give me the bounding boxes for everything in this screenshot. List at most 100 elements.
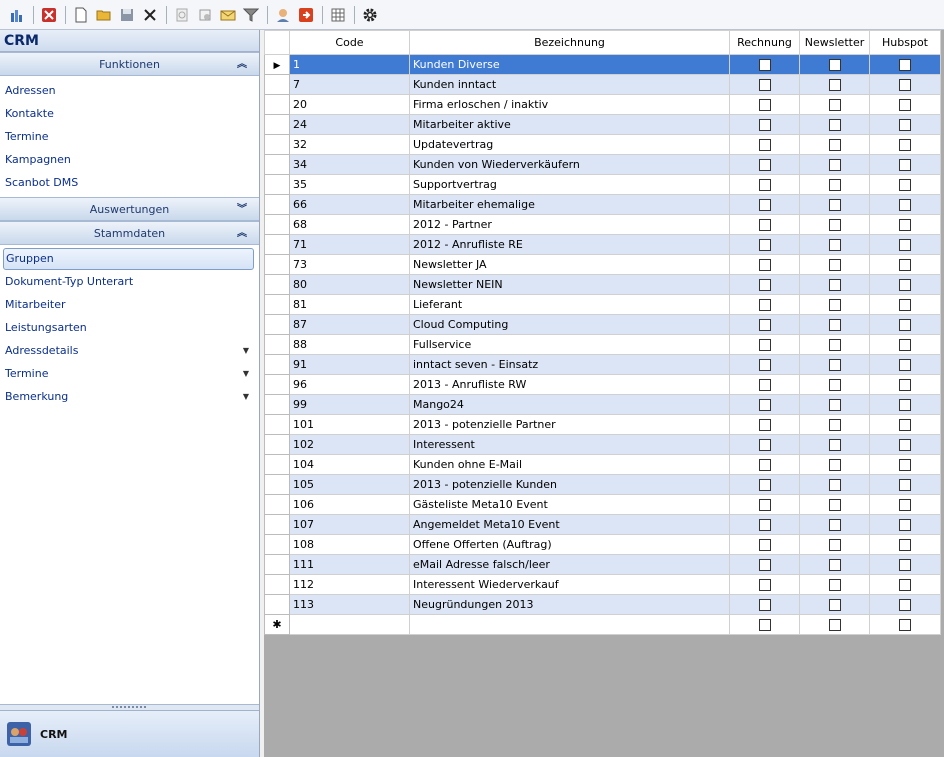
newsletter-checkbox[interactable] [828,219,841,231]
bezeichnung-cell[interactable]: Angemeldet Meta10 Event [409,514,730,535]
hubspot-checkbox[interactable] [899,79,911,91]
newsletter-checkbox[interactable] [828,59,841,71]
hubspot-checkbox[interactable] [899,379,911,391]
settings-doc-icon[interactable] [194,4,216,26]
column-header-newsletter[interactable]: Newsletter [799,30,870,55]
row-header[interactable] [264,214,290,235]
sidebar-item-bemerkung[interactable]: Bemerkung ▼ [0,385,259,408]
rechnung-checkbox[interactable] [758,279,771,291]
bezeichnung-cell[interactable]: Newsletter JA [409,254,730,275]
rechnung-checkbox[interactable] [758,319,771,331]
newsletter-checkbox[interactable] [828,379,841,391]
bezeichnung-cell[interactable]: 2013 - potenzielle Partner [409,414,730,435]
mail-icon[interactable] [217,4,239,26]
table-row[interactable]: 96 2013 - Anrufliste RW [264,374,941,395]
rechnung-checkbox[interactable] [758,419,771,431]
table-row[interactable]: 32 Updatevertrag [264,134,941,155]
code-cell[interactable]: 104 [289,454,410,475]
code-cell[interactable]: 99 [289,394,410,415]
code-cell[interactable]: 101 [289,414,410,435]
column-header-rechnung[interactable]: Rechnung [729,30,800,55]
code-cell[interactable]: 81 [289,294,410,315]
code-cell[interactable]: 111 [289,554,410,575]
rechnung-checkbox[interactable] [758,199,771,211]
rechnung-checkbox[interactable] [758,339,771,351]
row-header[interactable] [264,574,290,595]
module-button-crm[interactable]: CRM [0,710,259,757]
row-header[interactable] [264,134,290,155]
code-cell[interactable]: 96 [289,374,410,395]
hubspot-checkbox[interactable] [899,59,911,71]
code-cell[interactable]: 87 [289,314,410,335]
newsletter-checkbox[interactable] [828,159,841,171]
filter-icon[interactable] [240,4,262,26]
table-row[interactable]: 35 Supportvertrag [264,174,941,195]
code-cell[interactable]: 71 [289,234,410,255]
row-header[interactable] [264,354,290,375]
code-cell[interactable]: 108 [289,534,410,555]
hubspot-checkbox[interactable] [899,299,911,311]
hubspot-checkbox[interactable] [899,319,911,331]
bezeichnung-cell[interactable]: 2012 - Anrufliste RE [409,234,730,255]
hubspot-checkbox[interactable] [899,179,911,191]
table-row[interactable]: 102 Interessent [264,434,941,455]
rechnung-checkbox[interactable] [758,579,771,591]
rechnung-checkbox[interactable] [758,499,771,511]
hubspot-checkbox[interactable] [899,339,911,351]
table-row[interactable]: 66 Mitarbeiter ehemalige [264,194,941,215]
bezeichnung-cell[interactable]: eMail Adresse falsch/leer [409,554,730,575]
row-header[interactable] [264,454,290,475]
hubspot-checkbox[interactable] [899,259,911,271]
rechnung-checkbox[interactable] [758,159,771,171]
code-cell[interactable]: 20 [289,94,410,115]
export-icon[interactable] [295,4,317,26]
hubspot-checkbox[interactable] [899,459,911,471]
hubspot-checkbox[interactable] [899,559,911,571]
code-cell[interactable]: 7 [289,74,410,95]
hubspot-checkbox[interactable] [899,479,911,491]
bezeichnung-cell[interactable] [409,614,730,635]
table-row[interactable]: 68 2012 - Partner [264,214,941,235]
row-header[interactable] [264,154,290,175]
table-row[interactable]: 20 Firma erloschen / inaktiv [264,94,941,115]
hubspot-checkbox[interactable] [899,579,911,591]
rechnung-checkbox[interactable] [758,259,771,271]
newsletter-checkbox[interactable] [828,619,841,631]
code-cell[interactable]: 35 [289,174,410,195]
table-row[interactable]: 73 Newsletter JA [264,254,941,275]
rechnung-checkbox[interactable] [758,459,771,471]
newsletter-checkbox[interactable] [828,99,841,111]
row-header[interactable] [264,394,290,415]
table-row[interactable]: 107 Angemeldet Meta10 Event [264,514,941,535]
code-cell[interactable]: 88 [289,334,410,355]
bezeichnung-cell[interactable]: Updatevertrag [409,134,730,155]
chevron-up-icon[interactable]: ︽ [237,222,247,246]
close-icon[interactable] [139,4,161,26]
rechnung-checkbox[interactable] [758,359,771,371]
row-header[interactable] [264,194,290,215]
newsletter-checkbox[interactable] [828,119,841,131]
table-row[interactable]: 80 Newsletter NEIN [264,274,941,295]
code-cell[interactable]: 112 [289,574,410,595]
row-header[interactable]: ▶ [264,54,290,75]
rechnung-checkbox[interactable] [758,139,771,151]
table-row[interactable]: 34 Kunden von Wiederverkäufern [264,154,941,175]
code-cell[interactable]: 91 [289,354,410,375]
bezeichnung-cell[interactable]: Fullservice [409,334,730,355]
rechnung-checkbox[interactable] [758,59,771,71]
chart-icon[interactable] [6,4,28,26]
row-header[interactable] [264,514,290,535]
code-cell[interactable]: 1 [289,54,410,75]
code-cell[interactable]: 68 [289,214,410,235]
delete-icon[interactable] [38,4,60,26]
rechnung-checkbox[interactable] [758,299,771,311]
newsletter-checkbox[interactable] [828,519,841,531]
code-cell[interactable] [289,614,410,635]
newsletter-checkbox[interactable] [828,199,841,211]
code-cell[interactable]: 24 [289,114,410,135]
new-document-icon[interactable] [70,4,92,26]
rechnung-checkbox[interactable] [758,379,771,391]
bezeichnung-cell[interactable]: Kunden von Wiederverkäufern [409,154,730,175]
bezeichnung-cell[interactable]: Kunden inntact [409,74,730,95]
bezeichnung-cell[interactable]: 2013 - Anrufliste RW [409,374,730,395]
